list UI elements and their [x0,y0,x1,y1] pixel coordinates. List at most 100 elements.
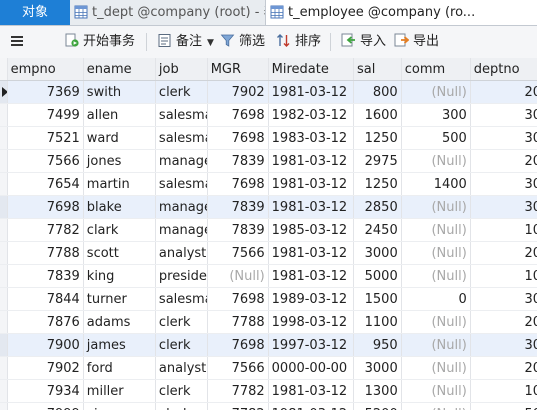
table-cell[interactable]: 800 [353,80,402,104]
table-cell[interactable]: clerk [155,310,208,334]
row-marker[interactable] [0,333,8,357]
table-cell[interactable]: 20 [470,80,537,104]
table-cell[interactable]: 7999 [7,402,84,410]
table-cell[interactable]: 10 [470,218,537,242]
table-cell[interactable]: 7654 [7,172,84,196]
table-cell[interactable]: 7369 [7,80,84,104]
table-cell[interactable]: 7782 [207,402,269,410]
table-cell[interactable]: king [83,264,156,288]
table-cell[interactable]: turner [83,287,156,311]
table-cell[interactable]: 20 [470,310,537,334]
table-cell[interactable]: (Null) [401,80,471,104]
table-row[interactable]: 7566 jones manage 7839 1981-03-12 2975 (Null) 2… [0,149,537,173]
row-marker[interactable] [0,172,8,196]
table-cell[interactable]: 20 [470,241,537,265]
table-cell[interactable]: (Null) [401,264,471,288]
table-cell[interactable]: 7788 [207,310,269,334]
table-cell[interactable]: clerk [155,402,208,410]
table-cell[interactable]: 7902 [7,356,84,380]
tab-objects[interactable]: 对象 [0,0,70,25]
table-cell[interactable]: 20 [470,149,537,173]
table-cell[interactable]: 7876 [7,310,84,334]
table-cell[interactable]: allen [83,103,156,127]
table-cell[interactable]: 7839 [207,149,269,173]
table-cell[interactable]: 7499 [7,103,84,127]
table-cell[interactable]: 950 [353,333,402,357]
table-cell[interactable]: 20 [470,356,537,380]
table-cell[interactable]: 1250 [353,172,402,196]
table-cell[interactable]: salesma [155,126,208,150]
row-marker[interactable] [0,103,8,127]
table-cell[interactable]: 1998-03-12 [268,310,354,334]
table-cell[interactable]: 2850 [353,195,402,219]
table-row[interactable]: 7900jamesclerk76981997-03-12950(Null)30 [0,333,537,357]
table-row[interactable]: 7934 miller clerk 7782 1981-03-12 1300 (Null) 1… [0,379,537,403]
table-cell[interactable]: 1981-03-12 [268,172,354,196]
column-header[interactable]: job [155,58,208,81]
table-cell[interactable]: (Null) [401,356,471,380]
table-cell[interactable]: salesma [155,172,208,196]
table-cell[interactable]: 1985-03-12 [268,218,354,242]
table-cell[interactable]: scott [83,241,156,265]
table-cell[interactable]: james [83,333,156,357]
import-button[interactable]: 导入 [340,26,386,58]
table-cell[interactable]: (Null) [401,241,471,265]
table-cell[interactable]: 300 [401,103,471,127]
table-cell[interactable]: 50 [470,402,537,410]
table-cell[interactable]: (Null) [401,195,471,219]
table-cell[interactable]: 7839 [207,195,269,219]
table-cell[interactable]: (Null) [401,218,471,242]
table-cell[interactable]: 30 [470,172,537,196]
table-cell[interactable]: 7839 [207,218,269,242]
table-cell[interactable]: 30 [470,195,537,219]
table-cell[interactable]: 30 [470,333,537,357]
table-row[interactable]: 7369swithclerk79021981-03-12800(Null)20 [0,80,537,104]
table-cell[interactable]: 7839 [7,264,84,288]
table-cell[interactable]: 1981-03-12 [268,195,354,219]
table-cell[interactable]: 1981-03-12 [268,80,354,104]
table-row[interactable]: 7999cjgongclerk77821981-03-125200(Null)5… [0,402,537,410]
table-cell[interactable]: 1400 [401,172,471,196]
menu-button[interactable] [10,26,28,58]
table-cell[interactable]: (Null) [401,379,471,403]
row-marker[interactable] [0,287,8,311]
table-cell[interactable]: miller [83,379,156,403]
table-cell[interactable]: clark [83,218,156,242]
notes-button[interactable]: 备注 ▼ [157,26,214,58]
table-row[interactable]: 7839 king presider (Null) 1981-03-12 5000 (Nul… [0,264,537,288]
row-marker[interactable] [0,241,8,265]
table-cell[interactable]: 1100 [353,310,402,334]
table-cell[interactable]: (Null) [401,310,471,334]
table-cell[interactable]: 1981-03-12 [268,264,354,288]
table-cell[interactable]: clerk [155,379,208,403]
table-cell[interactable]: cjgong [83,402,156,410]
table-row[interactable]: 7521wardsalesma76981983-03-12125050030 [0,126,537,150]
column-header[interactable]: comm [401,58,471,81]
table-cell[interactable]: blake [83,195,156,219]
table-cell[interactable]: manage [155,195,208,219]
table-cell[interactable]: 1983-03-12 [268,126,354,150]
row-marker[interactable] [0,310,8,334]
table-cell[interactable]: 1600 [353,103,402,127]
table-cell[interactable]: 500 [401,126,471,150]
table-cell[interactable]: 7782 [207,379,269,403]
table-cell[interactable]: 7698 [7,195,84,219]
table-cell[interactable]: (Null) [401,402,471,410]
table-cell[interactable]: analyst [155,241,208,265]
table-cell[interactable]: 7698 [207,287,269,311]
table-cell[interactable]: 30 [470,103,537,127]
table-cell[interactable]: 1989-03-12 [268,287,354,311]
table-cell[interactable]: 7788 [7,241,84,265]
table-cell[interactable]: 0000-00-00 [268,356,354,380]
table-cell[interactable]: 1981-03-12 [268,379,354,403]
table-row[interactable]: 7902 ford analyst 7566 0000-00-00 3000 (Null) 2… [0,356,537,380]
row-marker[interactable] [0,195,8,219]
table-cell[interactable]: (Null) [207,264,269,288]
table-cell[interactable]: 7900 [7,333,84,357]
table-cell[interactable]: 7566 [207,241,269,265]
export-button[interactable]: 导出 [393,26,439,58]
table-cell[interactable]: martin [83,172,156,196]
table-cell[interactable]: 1981-03-12 [268,241,354,265]
row-marker[interactable] [0,356,8,380]
table-cell[interactable]: 10 [470,379,537,403]
